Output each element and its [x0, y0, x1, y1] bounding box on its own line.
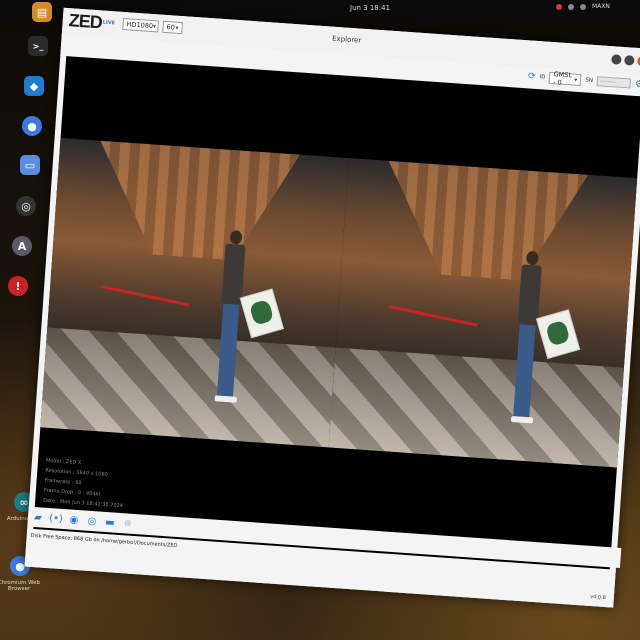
camera-selector-group: ⟳ ID GMSL - 0 ▾ SN --------- ⚙ [528, 70, 640, 90]
chromium-desktop-label: Chromium Web Browser [0, 580, 41, 592]
window-title: Explorer [331, 34, 362, 45]
record-icon[interactable] [556, 3, 562, 10]
zed-explorer-window[interactable]: ZED LIVE HD1080 ▾ 60 ▾ Explorer ⟳ ID GMSL … [24, 7, 640, 608]
fps-select[interactable]: 60 ▾ [162, 20, 183, 35]
version-label: v4.0.8 [589, 593, 607, 602]
chromium-icon[interactable]: ● [22, 116, 42, 136]
volume-icon[interactable] [580, 3, 586, 10]
gear-icon[interactable]: ⚙ [634, 78, 640, 90]
held-poster [535, 309, 581, 359]
id-label: ID [539, 74, 546, 81]
camera-info-panel: Model : ZED X Resolution : 3840 x 1080 F… [43, 456, 126, 511]
chevron-down-icon: ▾ [152, 22, 157, 30]
text-editor-icon[interactable]: ▭ [20, 155, 40, 175]
display-mode-icon[interactable]: ▬ [103, 516, 116, 529]
right-camera-image [328, 158, 638, 468]
stop-icon[interactable]: ◎ [86, 515, 99, 528]
chevron-down-icon: ▾ [175, 24, 179, 32]
clock[interactable]: Jun 3 18:41 [350, 4, 390, 12]
record-video-icon[interactable]: (•) [49, 512, 63, 525]
sn-label: SN [585, 77, 594, 84]
atrium-floor [328, 347, 624, 468]
camera-select[interactable]: GMSL - 0 ▾ [548, 70, 582, 87]
power-mode-label[interactable]: MAXN [592, 3, 610, 10]
stereo-video-feed [40, 137, 638, 468]
alert-icon[interactable]: ! [8, 276, 28, 296]
refresh-icon[interactable]: ⟳ [528, 71, 536, 82]
left-camera-image [40, 137, 349, 448]
arduino-dock-icon[interactable]: A [12, 236, 32, 256]
pause-icon[interactable]: ◉ [68, 513, 81, 526]
video-viewport[interactable]: Model : ZED X Resolution : 3840 x 1080 F… [32, 56, 640, 578]
serial-number-field[interactable]: --------- [596, 76, 632, 89]
folder-icon[interactable]: ▰ [32, 511, 45, 524]
barrier-rope [100, 284, 190, 307]
vscode-icon[interactable]: ◆ [24, 76, 44, 96]
network-icon[interactable] [568, 3, 574, 10]
obs-icon[interactable]: ◎ [16, 196, 36, 216]
atrium-floor [40, 327, 336, 448]
chevron-down-icon: ▾ [574, 76, 578, 84]
atrium-ceiling [381, 161, 588, 285]
zed-logo: ZED [68, 10, 103, 33]
camera-snapshot-icon[interactable]: ⌾ [121, 517, 134, 530]
terminal-icon[interactable]: >_ [28, 36, 48, 56]
resolution-select[interactable]: HD1080 ▾ [122, 17, 160, 33]
barrier-rope [388, 304, 478, 327]
system-tray[interactable]: MAXN [556, 3, 610, 10]
live-badge: LIVE [102, 19, 116, 27]
atrium-ceiling [93, 141, 300, 265]
held-poster [239, 288, 284, 339]
files-icon[interactable]: ▤ [32, 2, 52, 22]
